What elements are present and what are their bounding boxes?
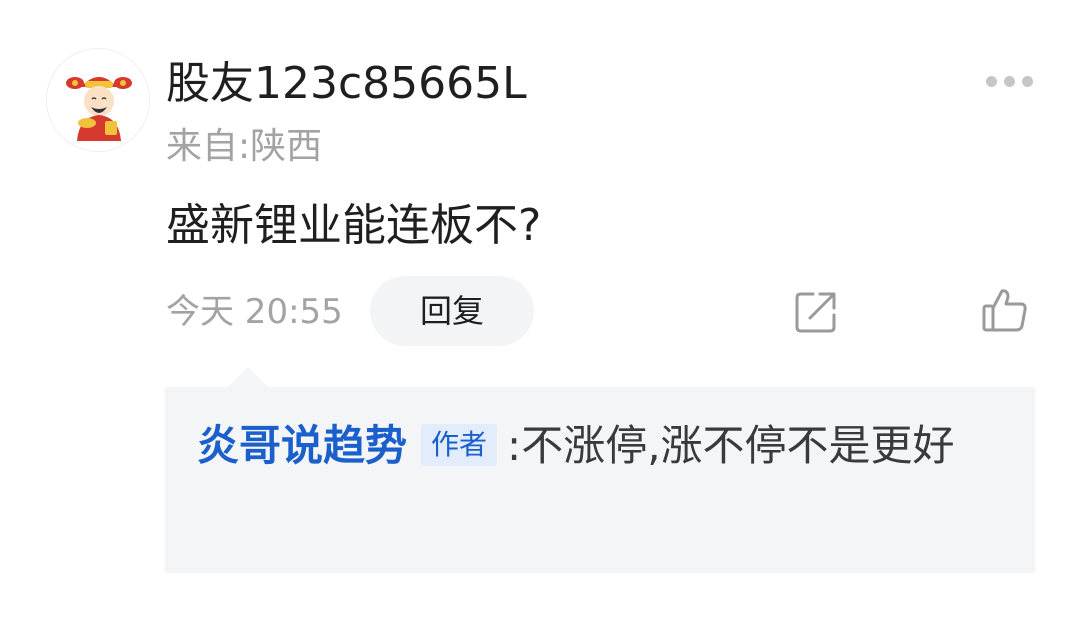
reply-content: 炎哥说趋势 作者:不涨停,涨不停不是更好 bbox=[197, 417, 1017, 475]
more-dot-icon bbox=[1022, 76, 1033, 87]
reply-text: 不涨停,涨不停不是更好 bbox=[521, 421, 955, 470]
avatar[interactable] bbox=[46, 48, 150, 152]
reply-author-name[interactable]: 炎哥说趋势 bbox=[197, 421, 407, 470]
more-dot-icon bbox=[986, 76, 997, 87]
username[interactable]: 股友123c85665L bbox=[166, 56, 527, 112]
share-button[interactable] bbox=[793, 289, 839, 335]
reply-pointer bbox=[228, 367, 268, 387]
reply-button[interactable]: 回复 bbox=[370, 276, 534, 346]
location-text: 来自:陕西 bbox=[166, 126, 323, 167]
reply-box: 炎哥说趋势 作者:不涨停,涨不停不是更好 bbox=[165, 387, 1035, 573]
timestamp: 今天 20:55 bbox=[166, 292, 343, 332]
thumbs-up-icon bbox=[982, 289, 1027, 332]
share-icon bbox=[795, 292, 836, 333]
more-options-button[interactable] bbox=[982, 70, 1038, 94]
comment-text: 盛新锂业能连板不? bbox=[166, 200, 542, 251]
avatar-caishen-image bbox=[47, 49, 149, 151]
like-button[interactable] bbox=[980, 285, 1030, 335]
author-badge: 作者 bbox=[421, 424, 498, 466]
more-dot-icon bbox=[1004, 76, 1015, 87]
reply-colon: : bbox=[507, 421, 522, 470]
